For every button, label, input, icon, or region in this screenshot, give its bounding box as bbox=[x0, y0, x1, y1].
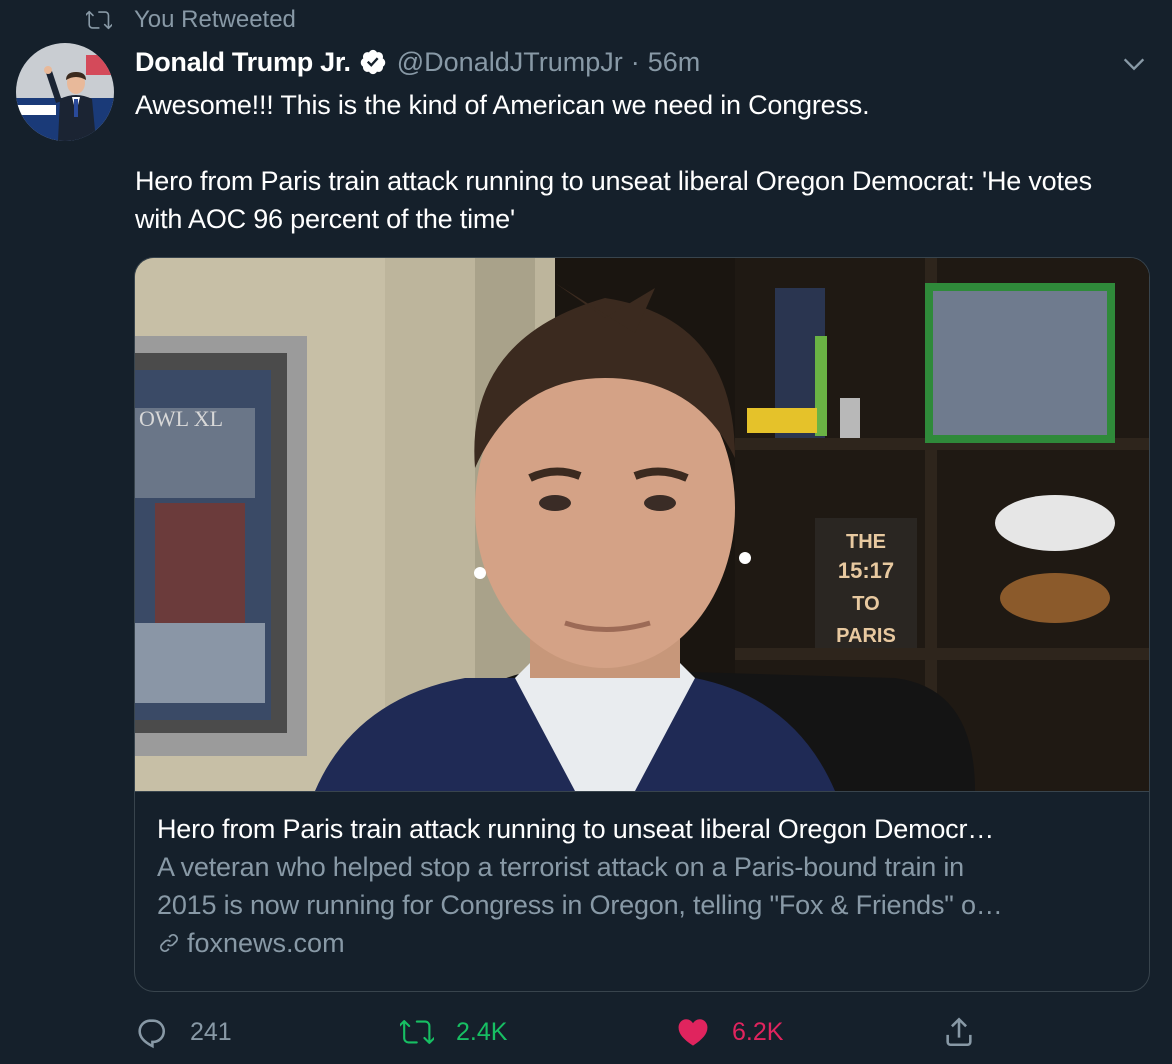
retweet-button[interactable]: 2.4K bbox=[400, 1008, 507, 1056]
header-separator: · bbox=[630, 46, 640, 77]
social-context-label[interactable]: You Retweeted bbox=[134, 6, 296, 34]
tweet-header: Donald Trump Jr. @DonaldJTrumpJr · 56m bbox=[135, 42, 700, 82]
reply-button[interactable]: 241 bbox=[134, 1008, 232, 1056]
card-description-line: 2015 is now running for Congress in Oreg… bbox=[157, 890, 1003, 920]
poster-line: THE bbox=[846, 531, 886, 553]
reply-icon bbox=[138, 1019, 165, 1049]
link-card[interactable]: OWL XL THE 15:17 TO PARIS Hero from Pari… bbox=[134, 257, 1150, 992]
share-icon bbox=[946, 1017, 972, 1047]
verified-badge-icon bbox=[360, 49, 385, 75]
link-icon bbox=[160, 934, 178, 952]
like-count: 6.2K bbox=[732, 1017, 784, 1046]
tweet-timestamp[interactable]: 56m bbox=[648, 47, 701, 78]
card-domain[interactable]: foxnews.com bbox=[157, 924, 1129, 962]
tweet-text-line: Awesome!!! This is the kind of American … bbox=[135, 90, 870, 120]
retweet-count: 2.4K bbox=[456, 1017, 508, 1046]
card-title[interactable]: Hero from Paris train attack running to … bbox=[157, 810, 1129, 848]
tweet-text: Awesome!!! This is the kind of American … bbox=[135, 86, 1145, 238]
frame-text: OWL XL bbox=[139, 406, 223, 431]
reply-count: 241 bbox=[190, 1017, 232, 1046]
author-avatar[interactable] bbox=[16, 43, 114, 141]
author-handle[interactable]: @DonaldJTrumpJr bbox=[397, 47, 623, 78]
card-domain-text[interactable]: foxnews.com bbox=[187, 924, 345, 962]
heart-icon bbox=[678, 1019, 708, 1046]
poster-line: PARIS bbox=[836, 625, 896, 647]
poster-line: TO bbox=[852, 593, 879, 615]
author-name[interactable]: Donald Trump Jr. bbox=[135, 47, 351, 78]
social-context: You Retweeted bbox=[86, 4, 296, 36]
retweet-icon bbox=[400, 1020, 434, 1044]
tweet-actions: 241 2.4K 6.2K bbox=[134, 1008, 1150, 1056]
card-image[interactable]: OWL XL THE 15:17 TO PARIS bbox=[135, 258, 1150, 791]
card-description-line: A veteran who helped stop a terrorist at… bbox=[157, 852, 964, 882]
poster-line: 15:17 bbox=[838, 558, 894, 583]
like-button[interactable]: 6.2K bbox=[676, 1008, 783, 1056]
tweet-text-line: Hero from Paris train attack running to … bbox=[135, 166, 1092, 234]
card-info[interactable]: Hero from Paris train attack running to … bbox=[135, 791, 1149, 991]
chevron-down-icon[interactable] bbox=[1120, 50, 1148, 78]
share-button[interactable] bbox=[942, 1008, 998, 1056]
retweet-icon bbox=[86, 10, 112, 30]
